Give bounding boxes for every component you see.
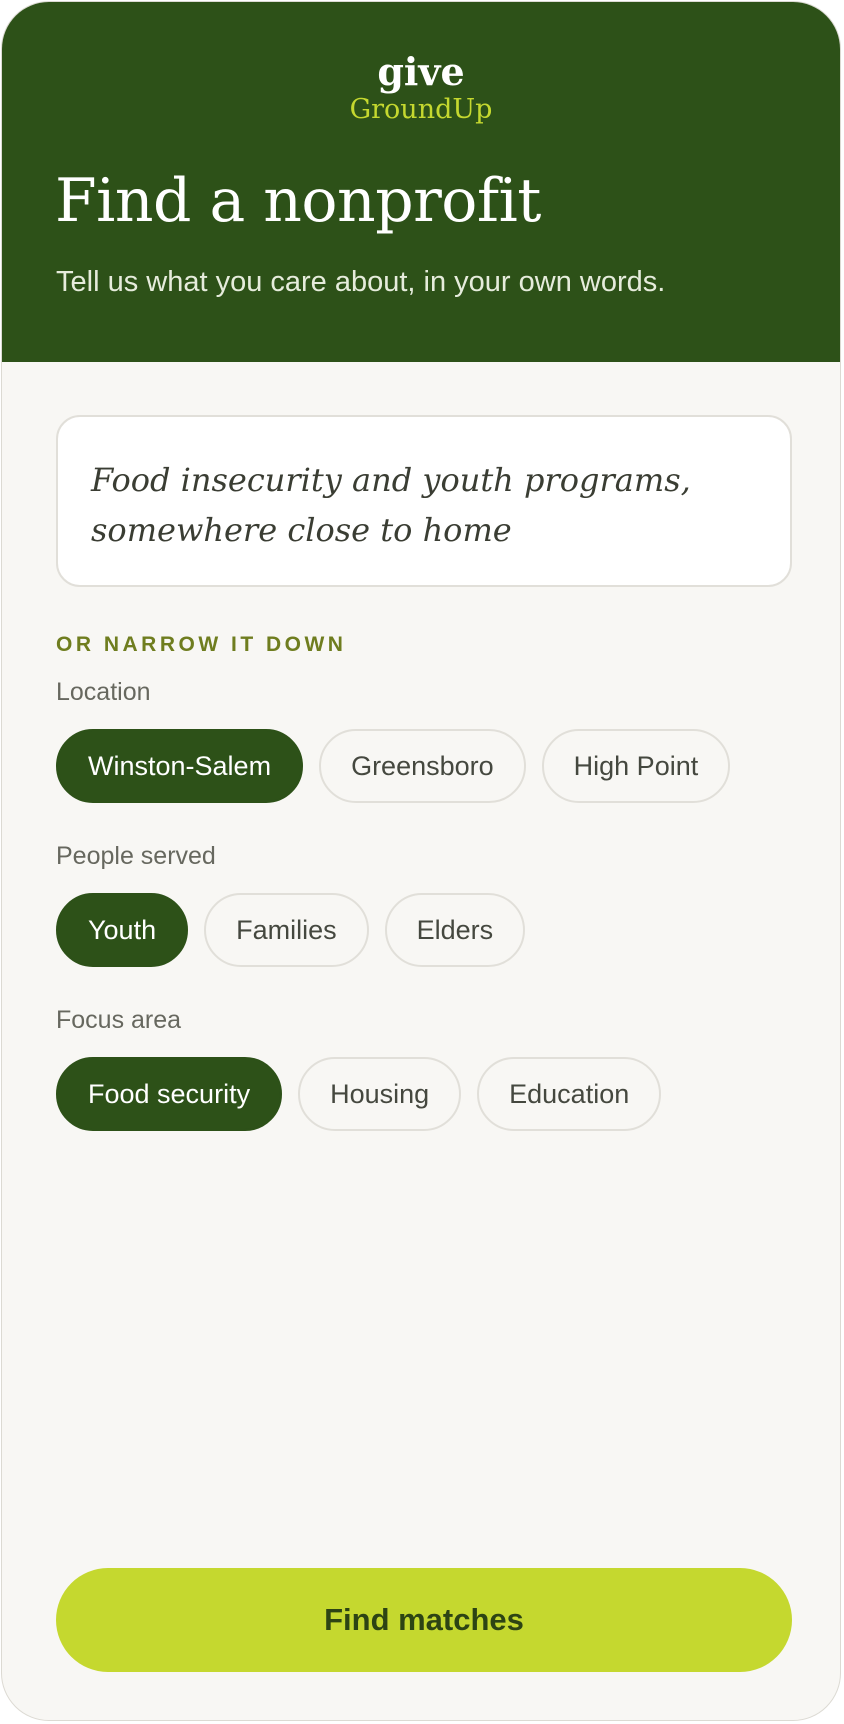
chip-people-youth[interactable]: Youth (56, 893, 189, 967)
page-subtitle: Tell us what you care about, in your own… (56, 266, 666, 298)
focus-area-label: Focus area (56, 1006, 182, 1034)
location-chip-group: Winston-Salem Greensboro High Point (56, 729, 731, 803)
cause-search-input[interactable]: Food insecurity and youth programs, some… (56, 415, 792, 587)
chip-people-elders[interactable]: Elders (384, 893, 526, 967)
chip-focus-housing[interactable]: Housing (298, 1057, 462, 1131)
brand-name: GroundUp (349, 94, 493, 125)
narrow-down-heading: OR NARROW IT DOWN (56, 633, 347, 656)
app-screen: give GroundUp Find a nonprofit Tell us w… (1, 1, 841, 1721)
location-label: Location (56, 678, 151, 706)
chip-focus-education[interactable]: Education (477, 1057, 662, 1131)
people-served-chip-group: Youth Families Elders (56, 893, 526, 967)
page-title: Find a nonprofit (55, 166, 541, 236)
chip-focus-food-security[interactable]: Food security (56, 1057, 283, 1131)
chip-people-families[interactable]: Families (204, 893, 369, 967)
find-matches-button[interactable]: Find matches (56, 1568, 792, 1672)
brand-word-give: give (377, 49, 465, 94)
focus-area-chip-group: Food security Housing Education (56, 1057, 662, 1131)
people-served-label: People served (56, 842, 216, 870)
header: give GroundUp Find a nonprofit Tell us w… (2, 2, 840, 362)
chip-location-greensboro[interactable]: Greensboro (319, 729, 526, 803)
chip-location-winston-salem[interactable]: Winston-Salem (56, 729, 304, 803)
chip-location-high-point[interactable]: High Point (541, 729, 731, 803)
